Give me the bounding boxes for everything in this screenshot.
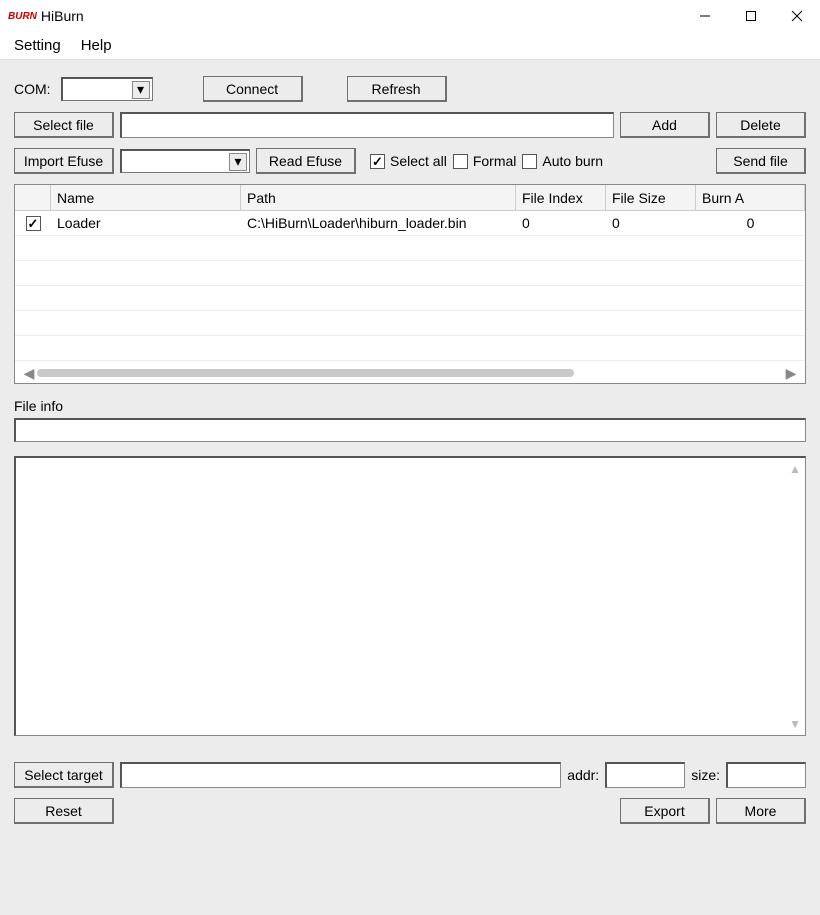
table-row-empty [15, 236, 805, 261]
chevron-down-icon: ▾ [229, 153, 247, 171]
th-check[interactable] [15, 185, 51, 211]
addr-input[interactable] [605, 762, 685, 788]
th-file-index[interactable]: File Index [516, 185, 606, 211]
minimize-button[interactable] [682, 0, 728, 32]
add-button[interactable]: Add [620, 112, 710, 138]
connect-button[interactable]: Connect [203, 76, 303, 102]
cell-name: Loader [51, 211, 241, 235]
app-logo-text: BURN [8, 11, 37, 22]
size-label: size: [691, 767, 720, 783]
auto-burn-checkbox[interactable] [522, 154, 537, 169]
delete-button[interactable]: Delete [716, 112, 806, 138]
target-path-input[interactable] [120, 762, 561, 788]
send-file-button[interactable]: Send file [716, 148, 806, 174]
log-output[interactable]: ▲ ▼ [14, 456, 806, 736]
maximize-button[interactable] [728, 0, 774, 32]
export-button[interactable]: Export [620, 798, 710, 824]
title-bar: BURN HiBurn [0, 0, 820, 32]
read-efuse-button[interactable]: Read Efuse [256, 148, 356, 174]
th-name[interactable]: Name [51, 185, 241, 211]
horizontal-scrollbar[interactable]: ◀ ▶ [21, 365, 799, 381]
menu-help[interactable]: Help [71, 33, 122, 58]
file-path-input[interactable] [120, 112, 614, 138]
file-info-label: File info [14, 398, 806, 414]
content-area: COM: ▾ Connect Refresh Select file Add D… [0, 60, 820, 915]
scroll-right-icon[interactable]: ▶ [783, 365, 799, 381]
select-all-checkbox[interactable] [370, 154, 385, 169]
size-input[interactable] [726, 762, 806, 788]
table-row-empty [15, 336, 805, 361]
import-efuse-button[interactable]: Import Efuse [14, 148, 114, 174]
com-label: COM: [14, 81, 51, 97]
th-burn-a[interactable]: Burn A [696, 185, 805, 211]
scrollbar-thumb[interactable] [37, 369, 574, 377]
refresh-button[interactable]: Refresh [347, 76, 447, 102]
table-row-empty [15, 286, 805, 311]
more-button[interactable]: More [716, 798, 806, 824]
scroll-up-icon[interactable]: ▲ [789, 462, 801, 476]
close-button[interactable] [774, 0, 820, 32]
formal-checkbox[interactable] [453, 154, 468, 169]
menu-setting[interactable]: Setting [4, 33, 71, 58]
efuse-select[interactable]: ▾ [120, 149, 250, 173]
table-row-empty [15, 261, 805, 286]
row-checkbox[interactable] [26, 216, 41, 231]
scroll-down-icon[interactable]: ▼ [789, 717, 801, 731]
select-target-button[interactable]: Select target [14, 762, 114, 788]
table-row[interactable]: Loader C:\HiBurn\Loader\hiburn_loader.bi… [15, 211, 805, 236]
menu-bar: Setting Help [0, 32, 820, 60]
com-select[interactable]: ▾ [61, 77, 153, 101]
file-info-box [14, 418, 806, 442]
chevron-down-icon: ▾ [132, 81, 150, 99]
window-title: HiBurn [41, 8, 84, 24]
select-all-label: Select all [390, 153, 447, 169]
addr-label: addr: [567, 767, 599, 783]
auto-burn-label: Auto burn [542, 153, 603, 169]
cell-burn-a: 0 [696, 211, 805, 235]
th-file-size[interactable]: File Size [606, 185, 696, 211]
scroll-left-icon[interactable]: ◀ [21, 365, 37, 381]
file-table: Name Path File Index File Size Burn A Lo… [14, 184, 806, 384]
formal-label: Formal [473, 153, 517, 169]
reset-button[interactable]: Reset [14, 798, 114, 824]
cell-path: C:\HiBurn\Loader\hiburn_loader.bin [241, 211, 516, 235]
cell-file-size: 0 [606, 211, 696, 235]
cell-file-index: 0 [516, 211, 606, 235]
th-path[interactable]: Path [241, 185, 516, 211]
table-row-empty [15, 311, 805, 336]
select-file-button[interactable]: Select file [14, 112, 114, 138]
